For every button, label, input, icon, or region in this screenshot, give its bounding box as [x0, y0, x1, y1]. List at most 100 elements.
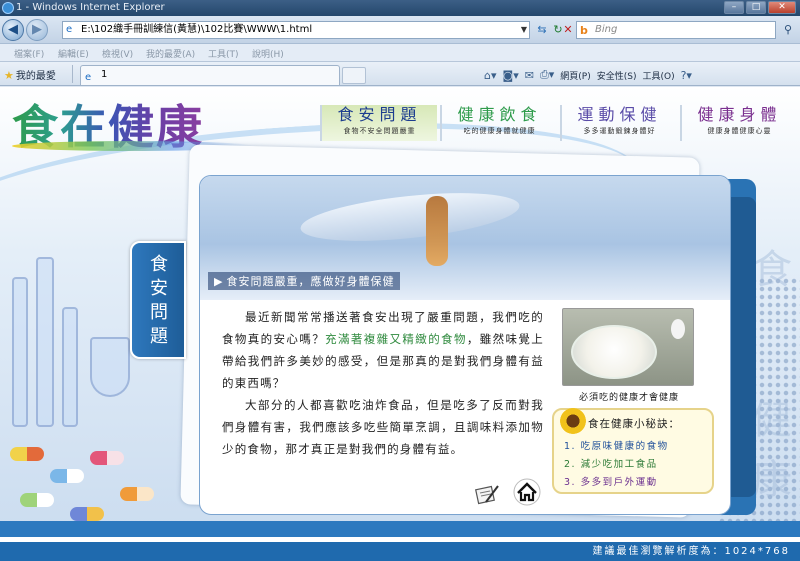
menu-help[interactable]: 說明(H): [252, 47, 284, 60]
test-tube: [36, 257, 54, 427]
bing-icon: b: [580, 24, 588, 37]
nav-title: 健康飲食: [457, 105, 542, 124]
pill: [20, 493, 54, 507]
article-body: 最近新聞常常播送著食安出現了嚴重問題，我們吃的食物真的安心嗎？充滿著複雜又精緻的…: [222, 306, 544, 460]
nav-title: 運動保健: [577, 105, 662, 124]
nav-title: 食安問題: [337, 105, 422, 124]
banner-honey-drip: [426, 196, 448, 266]
tip-item: 2. 減少吃加工食品: [564, 459, 658, 470]
minimize-button[interactable]: –: [724, 1, 744, 14]
tip-item: 1. 吃原味健康的食物: [564, 441, 669, 452]
banner-caption: ▶ 食安問題嚴重，應做好身體保健: [208, 272, 401, 290]
background-character: 健: [752, 397, 792, 443]
compatibility-icon[interactable]: ⇆: [534, 22, 550, 38]
tab-title: 1: [101, 69, 108, 80]
menu-edit[interactable]: 編輯(E): [58, 47, 89, 60]
article-paragraph: 最近新聞常常播送著食安出現了嚴重問題，我們吃的食物真的安心嗎？充滿著複雜又精緻的…: [222, 306, 544, 394]
side-tab-label: 食安問題: [150, 254, 168, 347]
search-placeholder: Bing: [595, 24, 618, 35]
content-panel-edge: [730, 197, 756, 497]
tab-page-icon: e: [85, 72, 92, 83]
nav-subtitle: 吃的健康身體就健康: [463, 127, 536, 135]
pill: [10, 447, 44, 461]
play-triangle-icon: ▶: [214, 275, 224, 288]
back-button[interactable]: ◀: [2, 19, 24, 41]
notepad-pen-icon[interactable]: [474, 482, 500, 506]
web-page: 食在健康 食安問題 食物不安全問題嚴重 健康飲食 吃的健康身體就健康 運動保健 …: [0, 87, 800, 561]
new-tab-button[interactable]: [342, 67, 366, 84]
safety-menu[interactable]: 安全性(S): [597, 69, 637, 82]
background-character: 康: [752, 457, 792, 503]
mail-icon[interactable]: ✉: [525, 69, 534, 82]
sunflower-icon: [560, 408, 586, 434]
ie-logo-icon: [2, 2, 14, 14]
close-button[interactable]: ✕: [768, 1, 796, 14]
feeds-icon[interactable]: ◙▾: [503, 69, 519, 82]
banner-caption-text: 食安問題嚴重，應做好身體保健: [226, 275, 395, 288]
photo-bowl: [571, 325, 657, 379]
beaker: [90, 337, 130, 397]
address-url: E:\102織手冊訓練信(黃慧)\102比賽\WWW\1.html: [81, 24, 313, 35]
tab-separator: [72, 65, 73, 83]
photo-caption: 必須吃的健康才會健康: [578, 393, 679, 403]
nav-subtitle: 多多運動鍛鍊身體好: [583, 127, 656, 135]
yogurt-photo: [562, 308, 694, 386]
background-character: 食: [752, 247, 792, 293]
nav-exercise[interactable]: 運動保健 多多運動鍛鍊身體好: [560, 105, 677, 141]
nav-healthy-body[interactable]: 健康身體 健康身體健康心靈: [680, 105, 797, 141]
nav-subtitle: 健康身體健康心靈: [707, 127, 772, 135]
nav-food-safety[interactable]: 食安問題 食物不安全問題嚴重: [320, 105, 437, 141]
maximize-button[interactable]: □: [746, 1, 766, 14]
article-banner: ▶ 食安問題嚴重，應做好身體保健: [200, 176, 730, 300]
tip-item: 3. 多多到戶外運動: [564, 477, 658, 488]
tab-bar: ★ 我的最愛 e 1 ⌂▾ ◙▾ ✉ ⎙▾ 網頁(P) 安全性(S) 工具(O) …: [0, 62, 800, 86]
window-titlebar: 1 - Windows Internet Explorer – □ ✕: [0, 0, 800, 16]
article-paragraph: 大部分的人都喜歡吃油炸食品，但是吃多了反而對我們身體有害，我們應該多吃些簡單烹調…: [222, 394, 544, 460]
stop-icon[interactable]: ✕: [560, 22, 576, 38]
content-panel: ▶ 食安問題嚴重，應做好身體保健 最近新聞常常播送著食安出現了嚴重問題，我們吃的食…: [199, 175, 731, 515]
tips-box: 食在健康小秘訣： 1. 吃原味健康的食物 2. 減少吃加工食品 3. 多多到戶外…: [552, 408, 714, 494]
search-input[interactable]: b Bing: [576, 21, 776, 39]
pill: [90, 451, 124, 465]
nav-healthy-eating[interactable]: 健康飲食 吃的健康身體就健康: [440, 105, 557, 141]
search-icon[interactable]: ⚲: [780, 22, 796, 38]
paragraph-text: 大部分的人都喜歡吃油炸食品，但是吃多了反而對我們身體有害，我們應該多吃些簡單烹調…: [222, 398, 544, 456]
menu-bar: 檔案(F) 編輯(E) 檢視(V) 我的最愛(A) 工具(T) 說明(H): [0, 44, 800, 62]
test-tube: [62, 307, 78, 427]
nav-subtitle: 食物不安全問題嚴重: [343, 127, 416, 135]
forward-button[interactable]: ▶: [26, 19, 48, 41]
page-icon: e: [66, 24, 73, 35]
home-icon[interactable]: [512, 478, 542, 506]
pill: [120, 487, 154, 501]
window-controls: – □ ✕: [724, 1, 796, 14]
pill: [50, 469, 84, 483]
address-dropdown-icon[interactable]: ▼: [521, 22, 527, 38]
main-nav: 食安問題 食物不安全問題嚴重 健康飲食 吃的健康身體就健康 運動保健 多多運動鍛…: [320, 105, 800, 141]
footer-band: [0, 521, 800, 537]
page-menu[interactable]: 網頁(P): [560, 69, 590, 82]
menu-view[interactable]: 檢視(V): [102, 47, 133, 60]
banner-spoon: [298, 184, 522, 250]
paragraph-highlight: 充滿著複雜又精緻的食物: [325, 332, 467, 346]
command-bar: ⌂▾ ◙▾ ✉ ⎙▾ 網頁(P) 安全性(S) 工具(O) ?▾: [484, 66, 692, 84]
footer-resolution-note: 建議最佳瀏覽解析度為：1024*768: [0, 542, 800, 561]
tips-title: 食在健康小秘訣：: [588, 418, 680, 430]
menu-file[interactable]: 檔案(F): [14, 47, 44, 60]
star-icon: ★: [4, 69, 14, 82]
tab-current[interactable]: e 1: [80, 65, 340, 85]
tools-menu[interactable]: 工具(O): [642, 69, 674, 82]
print-icon[interactable]: ⎙▾: [540, 68, 554, 82]
photo-spoon: [671, 319, 685, 339]
window-title: 1 - Windows Internet Explorer: [16, 2, 165, 13]
favorites-label: 我的最愛: [15, 71, 56, 82]
favorites-button[interactable]: ★ 我的最愛: [4, 67, 56, 82]
address-toolbar: ◀ ▶ e E:\102織手冊訓練信(黃慧)\102比賽\WWW\1.html …: [0, 16, 800, 44]
help-icon[interactable]: ?▾: [681, 69, 692, 82]
address-bar[interactable]: e E:\102織手冊訓練信(黃慧)\102比賽\WWW\1.html ▼: [62, 21, 530, 39]
section-side-tab: 食安問題: [130, 241, 186, 359]
menu-favorites[interactable]: 我的最愛(A): [146, 47, 195, 60]
menu-tools[interactable]: 工具(T): [208, 47, 239, 60]
test-tube: [12, 277, 28, 427]
home-icon[interactable]: ⌂▾: [484, 69, 497, 82]
nav-title: 健康身體: [697, 105, 782, 124]
